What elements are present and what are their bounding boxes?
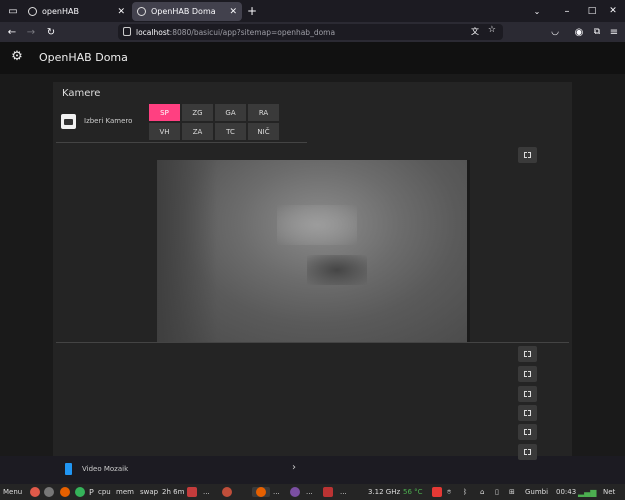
minimize-icon[interactable]: – <box>560 2 574 20</box>
tab-openhab[interactable]: openHAB ✕ <box>23 2 130 21</box>
net-monitor: Net <box>603 488 616 496</box>
window-button[interactable]: ... <box>340 484 347 500</box>
camera-option-vh[interactable]: VH <box>149 123 180 140</box>
firefox-view-icon[interactable]: ▭ <box>6 2 20 20</box>
camera-frame: Kamere Izberi Kamero SP ZG GA RA VH ZA T… <box>53 82 572 475</box>
camera-option-ra[interactable]: RA <box>248 104 279 121</box>
window-button[interactable]: ... <box>203 484 210 500</box>
window-button-icon[interactable] <box>323 487 333 497</box>
app-header: ⚙ OpenHAB Doma <box>0 42 625 74</box>
window-button-icon[interactable] <box>222 487 232 497</box>
close-window-icon[interactable]: ✕ <box>606 2 620 20</box>
divider <box>56 142 307 143</box>
whatsapp-icon[interactable] <box>75 487 85 497</box>
translate-icon[interactable]: 文 <box>471 26 479 37</box>
video-mosaic-link[interactable]: Video Mozaik <box>82 465 128 473</box>
fullscreen-button[interactable] <box>518 366 537 382</box>
tray-app-icon[interactable] <box>432 487 442 497</box>
clock[interactable]: 00:43 <box>556 484 576 500</box>
settings-app-icon[interactable] <box>44 487 54 497</box>
fullscreen-button[interactable] <box>518 424 537 440</box>
fullscreen-button[interactable] <box>518 444 537 460</box>
forward-arrow-icon[interactable]: → <box>24 24 38 40</box>
network-graph-icon: ▂▄▆ <box>578 487 597 497</box>
url-bar[interactable]: localhost:8080/basicui/app?sitemap=openh… <box>118 24 503 40</box>
camera-option-sp[interactable]: SP <box>149 104 180 121</box>
fullscreen-button[interactable] <box>518 147 537 163</box>
uptime-text: 2h 6m <box>162 488 185 496</box>
tray-app-icon[interactable]: ⌾ <box>447 484 451 500</box>
close-tab-icon[interactable]: ✕ <box>117 7 125 17</box>
camera-option-zg[interactable]: ZG <box>182 104 213 121</box>
camera-video-feed <box>157 160 470 342</box>
chevron-right-icon[interactable]: › <box>292 462 296 473</box>
firefox-icon[interactable] <box>60 487 70 497</box>
firefox-window-icon[interactable] <box>256 487 266 497</box>
clipboard-icon[interactable]: ▯ <box>495 484 499 500</box>
tab-list-chevron-icon[interactable]: ⌄ <box>530 2 544 20</box>
bluetooth-icon[interactable]: ᛒ <box>463 484 467 500</box>
window-button-icon[interactable] <box>290 487 300 497</box>
url-host: localhost <box>136 27 170 37</box>
pocket-icon[interactable]: ◡ <box>548 24 562 40</box>
fullscreen-button[interactable] <box>518 346 537 362</box>
camera-option-nic[interactable]: NIČ <box>248 123 279 140</box>
new-tab-button[interactable]: + <box>245 2 259 20</box>
window-button-icon[interactable] <box>187 487 197 497</box>
page-title: OpenHAB Doma <box>39 51 128 64</box>
app-launcher-icon[interactable] <box>30 487 40 497</box>
paypal-icon[interactable]: P <box>89 484 94 500</box>
shield-icon <box>123 27 131 36</box>
window-button[interactable]: ... <box>273 484 280 500</box>
bookmark-star-icon[interactable]: ☆ <box>488 25 496 35</box>
url-path: :8080/basicui/app?sitemap=openhab_doma <box>169 27 336 37</box>
extensions-icon[interactable]: ⧉ <box>590 24 604 40</box>
fullscreen-button[interactable] <box>518 405 537 421</box>
phone-icon <box>65 463 72 475</box>
cpu-temperature: 56 °C <box>403 488 423 496</box>
camera-icon <box>61 114 76 129</box>
camera-option-za[interactable]: ZA <box>182 123 213 140</box>
maximize-icon[interactable]: □ <box>585 2 599 20</box>
window-button[interactable]: ... <box>306 484 313 500</box>
menu-hamburger-icon[interactable]: ≡ <box>607 24 621 40</box>
camera-option-tc[interactable]: TC <box>215 123 246 140</box>
page-content: ⚙ OpenHAB Doma Kamere Izberi Kamero SP Z… <box>0 42 625 475</box>
swap-monitor: swap <box>140 488 159 496</box>
start-menu-button[interactable]: Menu <box>3 484 22 500</box>
frame-title: Kamere <box>62 88 101 99</box>
network-manager-icon[interactable]: ⊞ <box>509 484 515 500</box>
camera-selector-label: Izberi Kamero <box>84 117 133 125</box>
os-taskbar: Menu P cpu mem swap 2h 6m ... ... ... ..… <box>0 484 625 500</box>
tab-openhab-doma[interactable]: OpenHAB Doma ✕ <box>132 2 242 21</box>
reload-icon[interactable]: ↻ <box>44 24 58 40</box>
camera-option-ga[interactable]: GA <box>215 104 246 121</box>
cpu-monitor: cpu <box>98 488 111 496</box>
divider <box>56 342 569 343</box>
back-arrow-icon[interactable]: ← <box>5 24 19 40</box>
openhab-favicon <box>28 7 37 16</box>
fullscreen-button[interactable] <box>518 386 537 402</box>
user-name[interactable]: Gumbi <box>525 484 548 500</box>
mem-monitor: mem <box>116 488 134 496</box>
openhab-favicon <box>137 7 146 16</box>
updates-icon[interactable]: ⌂ <box>480 484 484 500</box>
close-tab-icon[interactable]: ✕ <box>229 7 237 17</box>
browser-tab-bar: ▭ openHAB ✕ OpenHAB Doma ✕ + ⌄ – □ ✕ <box>0 0 625 22</box>
browser-nav-bar: ← → ↻ localhost:8080/basicui/app?sitemap… <box>0 22 625 42</box>
cpu-frequency: 3.12 GHz <box>368 488 401 496</box>
account-icon[interactable]: ◉ <box>572 24 586 40</box>
gear-icon[interactable]: ⚙ <box>10 50 24 64</box>
